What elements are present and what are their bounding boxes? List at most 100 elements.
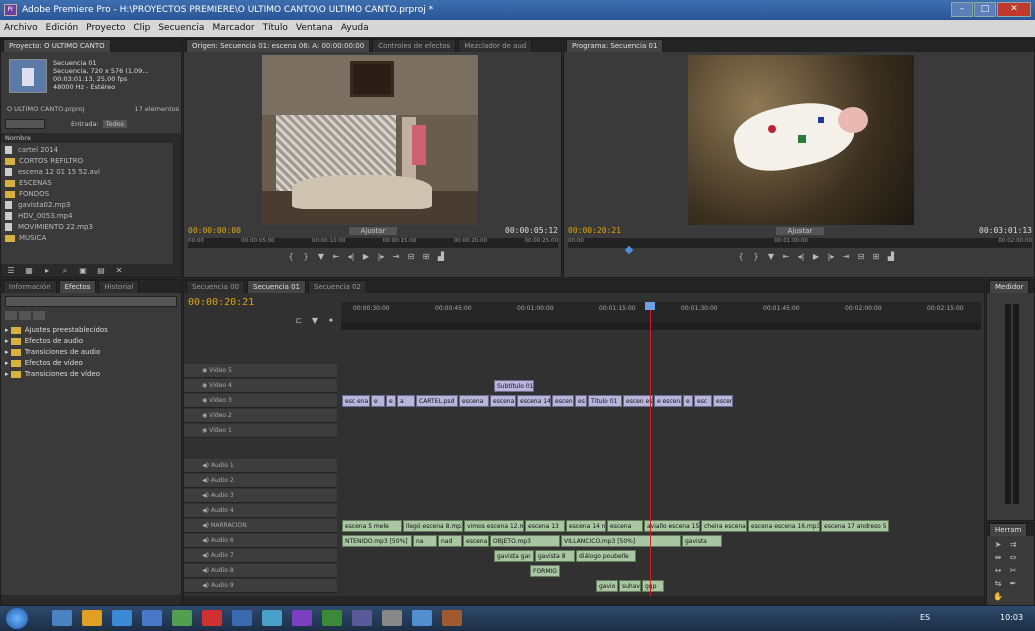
project-list-item[interactable]: cartel 2014	[5, 145, 171, 156]
project-list-item[interactable]: escena 12 01 15 52.avi	[5, 167, 171, 178]
start-button-icon[interactable]	[6, 608, 28, 629]
menu-clip[interactable]: Clip	[133, 20, 150, 37]
speaker-icon[interactable]: ◀)	[202, 537, 211, 544]
project-list-item[interactable]: HDV_0053.mp4	[5, 211, 171, 222]
ripple-edit-tool-icon[interactable]: ⇹	[991, 552, 1005, 564]
audio-track-header[interactable]: ◀) Audio 8	[184, 564, 337, 578]
audio-track-header[interactable]: ◀) Audio 1	[184, 459, 337, 473]
project-list-item[interactable]: MOVIMIENTO 22.mp3	[5, 222, 171, 233]
video-track-header[interactable]: ◉ Vídeo 2	[184, 409, 337, 423]
rolling-edit-tool-icon[interactable]: ⇔	[1006, 552, 1020, 564]
audio-track-header[interactable]: ◀) Audio 2	[184, 474, 337, 488]
timeline-timecode[interactable]: 00:00:20:21	[188, 297, 254, 308]
audio-clip[interactable]: suhav	[619, 580, 641, 592]
mark-in-icon[interactable]: {	[734, 251, 748, 263]
tab-history[interactable]: Historial	[98, 280, 140, 293]
taskbar-folder-icon[interactable]	[82, 610, 102, 626]
lift-icon[interactable]: ⊟	[854, 251, 868, 263]
mark-out-icon[interactable]: }	[749, 251, 763, 263]
video-clip[interactable]: a	[397, 395, 415, 407]
audio-clip[interactable]: ggp	[642, 580, 664, 592]
source-ruler[interactable]: 00:00 00:00:05:00 00:00:10:00 00:00:15:00 00…	[188, 238, 558, 248]
menu-titulo[interactable]: Título	[263, 20, 288, 37]
new-bin-icon[interactable]: ▣	[76, 265, 90, 277]
tab-effects[interactable]: Efectos	[58, 280, 97, 293]
tab-program[interactable]: Programa: Secuencia 01	[566, 39, 664, 52]
automate-icon[interactable]: ▸	[40, 265, 54, 277]
video-clip[interactable]: e	[683, 395, 693, 407]
audio-clip[interactable]: escena	[607, 520, 643, 532]
project-list-item[interactable]: gavista02.mp3	[5, 200, 171, 211]
menu-marcador[interactable]: Marcador	[212, 20, 254, 37]
step-forward-icon[interactable]: |▸	[824, 251, 838, 263]
maximize-button[interactable]: □	[974, 2, 996, 17]
menu-secuencia[interactable]: Secuencia	[158, 20, 204, 37]
video-clip[interactable]: escena 14 fi	[517, 395, 551, 407]
audio-track-header[interactable]: ◀) Audio 3	[184, 489, 337, 503]
audio-clip[interactable]: cheira escena	[701, 520, 747, 532]
go-to-out-icon[interactable]: ⇥	[839, 251, 853, 263]
audio-clip[interactable]: escena 14 n	[566, 520, 606, 532]
audio-track-header[interactable]: ◀) NARRACION	[184, 519, 337, 533]
effects-search-input[interactable]	[5, 296, 177, 307]
audio-clip[interactable]: escena escena 16.mp3	[748, 520, 820, 532]
tab-info[interactable]: Información	[3, 280, 57, 293]
mark-out-icon[interactable]: }	[299, 251, 313, 263]
go-to-out-icon[interactable]: ⇥	[389, 251, 403, 263]
speaker-icon[interactable]: ◀)	[202, 582, 211, 589]
audio-clip[interactable]: escena 5 mele	[342, 520, 402, 532]
taskbar-app-icon[interactable]	[142, 610, 162, 626]
list-view-icon[interactable]: ☰	[4, 265, 18, 277]
program-ruler[interactable]: 00:00 00:01:00:00 00:02:00:00	[568, 238, 1032, 248]
audio-track-header[interactable]: ◀) Audio 7	[184, 549, 337, 563]
project-list-item[interactable]: CORTOS REFILTRO	[5, 156, 171, 167]
speaker-icon[interactable]: ◀)	[202, 507, 211, 514]
extract-icon[interactable]: ⊞	[869, 251, 883, 263]
export-frame-icon[interactable]: ▟	[434, 251, 448, 263]
audio-clip[interactable]: FORMIG	[530, 565, 560, 577]
timeline-playhead[interactable]	[650, 302, 651, 597]
set-marker-icon[interactable]: ▼	[308, 315, 322, 327]
video-clip[interactable]: es	[575, 395, 587, 407]
step-back-icon[interactable]: ◂|	[794, 251, 808, 263]
audio-track-header[interactable]: ◀) Audio 4	[184, 504, 337, 518]
video-clip[interactable]: e	[371, 395, 385, 407]
taskbar-app-icon[interactable]	[442, 610, 462, 626]
selection-tool-icon[interactable]: ➤	[991, 539, 1005, 551]
taskbar-ie-icon[interactable]	[112, 610, 132, 626]
find-icon[interactable]: ⌕	[58, 265, 72, 277]
audio-clip[interactable]: vimos escena 12.mp3	[464, 520, 524, 532]
yuv-effects-icon[interactable]	[33, 311, 45, 320]
menu-ayuda[interactable]: Ayuda	[341, 20, 369, 37]
audio-clip[interactable]: llegó escena 8.mp3	[403, 520, 463, 532]
tab-sequence-00[interactable]: Secuencia 00	[186, 280, 245, 293]
audio-clip[interactable]: escena 17 andreso 5 m	[821, 520, 889, 532]
new-item-icon[interactable]: ▤	[94, 265, 108, 277]
playhead-handle[interactable]	[645, 302, 655, 310]
audio-clip[interactable]: gavista gar	[494, 550, 534, 562]
razor-tool-icon[interactable]: ✂	[1006, 565, 1020, 577]
marker-icon[interactable]: ▼	[314, 251, 328, 263]
audio-clip[interactable]: gavista	[682, 535, 722, 547]
tab-audio-meter[interactable]: Medidor	[989, 280, 1030, 293]
taskbar-app-icon[interactable]	[52, 610, 72, 626]
speaker-icon[interactable]: ◀)	[202, 477, 211, 484]
video-clip[interactable]: CARTEL.psd	[416, 395, 458, 407]
speaker-icon[interactable]: ◀)	[202, 492, 211, 499]
export-frame-icon[interactable]: ▟	[884, 251, 898, 263]
speaker-icon[interactable]: ◀)	[202, 522, 211, 529]
tab-sequence-01[interactable]: Secuencia 01	[247, 280, 306, 293]
timeline-horizontal-scrollbar[interactable]	[184, 596, 984, 605]
speaker-icon[interactable]: ◀)	[202, 567, 211, 574]
play-icon[interactable]: ▶	[809, 251, 823, 263]
rate-stretch-tool-icon[interactable]: ↔	[991, 565, 1005, 577]
step-back-icon[interactable]: ◂|	[344, 251, 358, 263]
audio-clip[interactable]: OBJETO.mp3	[490, 535, 560, 547]
go-to-in-icon[interactable]: ⇤	[779, 251, 793, 263]
menu-archivo[interactable]: Archivo	[4, 20, 38, 37]
language-indicator[interactable]: ES	[920, 613, 930, 622]
accelerated-effects-icon[interactable]	[5, 311, 17, 320]
video-clip[interactable]: e	[386, 395, 396, 407]
insert-icon[interactable]: ⊟	[404, 251, 418, 263]
taskbar-app-icon[interactable]	[322, 610, 342, 626]
